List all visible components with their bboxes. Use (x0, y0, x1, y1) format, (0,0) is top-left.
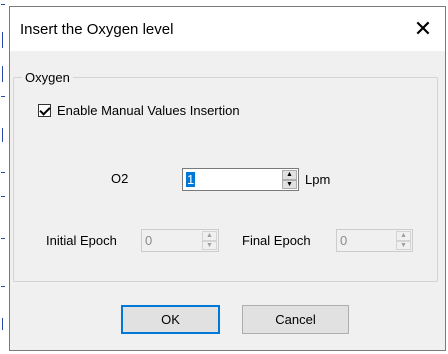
cancel-button[interactable]: Cancel (242, 305, 349, 334)
close-button[interactable]: ✕ (401, 7, 445, 51)
checkbox-checked-icon[interactable] (38, 104, 51, 117)
o2-spin-buttons[interactable]: ▲ ▼ (282, 170, 297, 189)
final-epoch-field[interactable] (337, 230, 395, 251)
background-text-fragment (1, 196, 5, 197)
initial-epoch-spin-buttons[interactable]: ▲ ▼ (202, 231, 217, 250)
spin-down-icon[interactable]: ▼ (282, 179, 297, 189)
background-text-fragment (1, 172, 5, 173)
o2-unit-label: Lpm (305, 172, 331, 187)
o2-spinbox[interactable]: 1 ▲ ▼ (182, 168, 299, 191)
groupbox-legend: Oxygen (22, 70, 73, 85)
close-icon: ✕ (413, 16, 433, 41)
background-text-fragment (2, 32, 3, 48)
initial-epoch-label: Initial Epoch (46, 233, 117, 248)
o2-label: O2 (111, 171, 129, 186)
background-text-fragment (1, 286, 5, 287)
background-text-fragment (2, 318, 3, 330)
background-text-fragment (2, 128, 3, 142)
enable-manual-label: Enable Manual Values Insertion (57, 103, 240, 118)
background-text-fragment (1, 238, 5, 239)
title-bar[interactable]: Insert the Oxygen level ✕ (10, 7, 445, 51)
background-text-fragment (1, 4, 5, 5)
enable-manual-checkbox[interactable]: Enable Manual Values Insertion (38, 103, 240, 118)
final-epoch-label: Final Epoch (242, 233, 311, 248)
initial-epoch-field[interactable] (142, 230, 202, 251)
spin-up-icon[interactable]: ▲ (396, 231, 411, 241)
spin-up-icon[interactable]: ▲ (202, 231, 217, 241)
initial-epoch-spinbox[interactable]: ▲ ▼ (141, 229, 219, 252)
ok-button[interactable]: OK (121, 305, 220, 334)
spin-down-icon[interactable]: ▼ (202, 240, 217, 250)
o2-value-field[interactable]: 1 (186, 172, 196, 187)
background-window (0, 0, 9, 354)
final-epoch-spinbox[interactable]: ▲ ▼ (336, 229, 413, 252)
background-text-fragment (1, 96, 5, 97)
dialog-title: Insert the Oxygen level (20, 21, 174, 38)
spin-down-icon[interactable]: ▼ (396, 240, 411, 250)
background-text-fragment (2, 66, 3, 82)
spin-up-icon[interactable]: ▲ (282, 170, 297, 180)
final-epoch-spin-buttons[interactable]: ▲ ▼ (396, 231, 411, 250)
